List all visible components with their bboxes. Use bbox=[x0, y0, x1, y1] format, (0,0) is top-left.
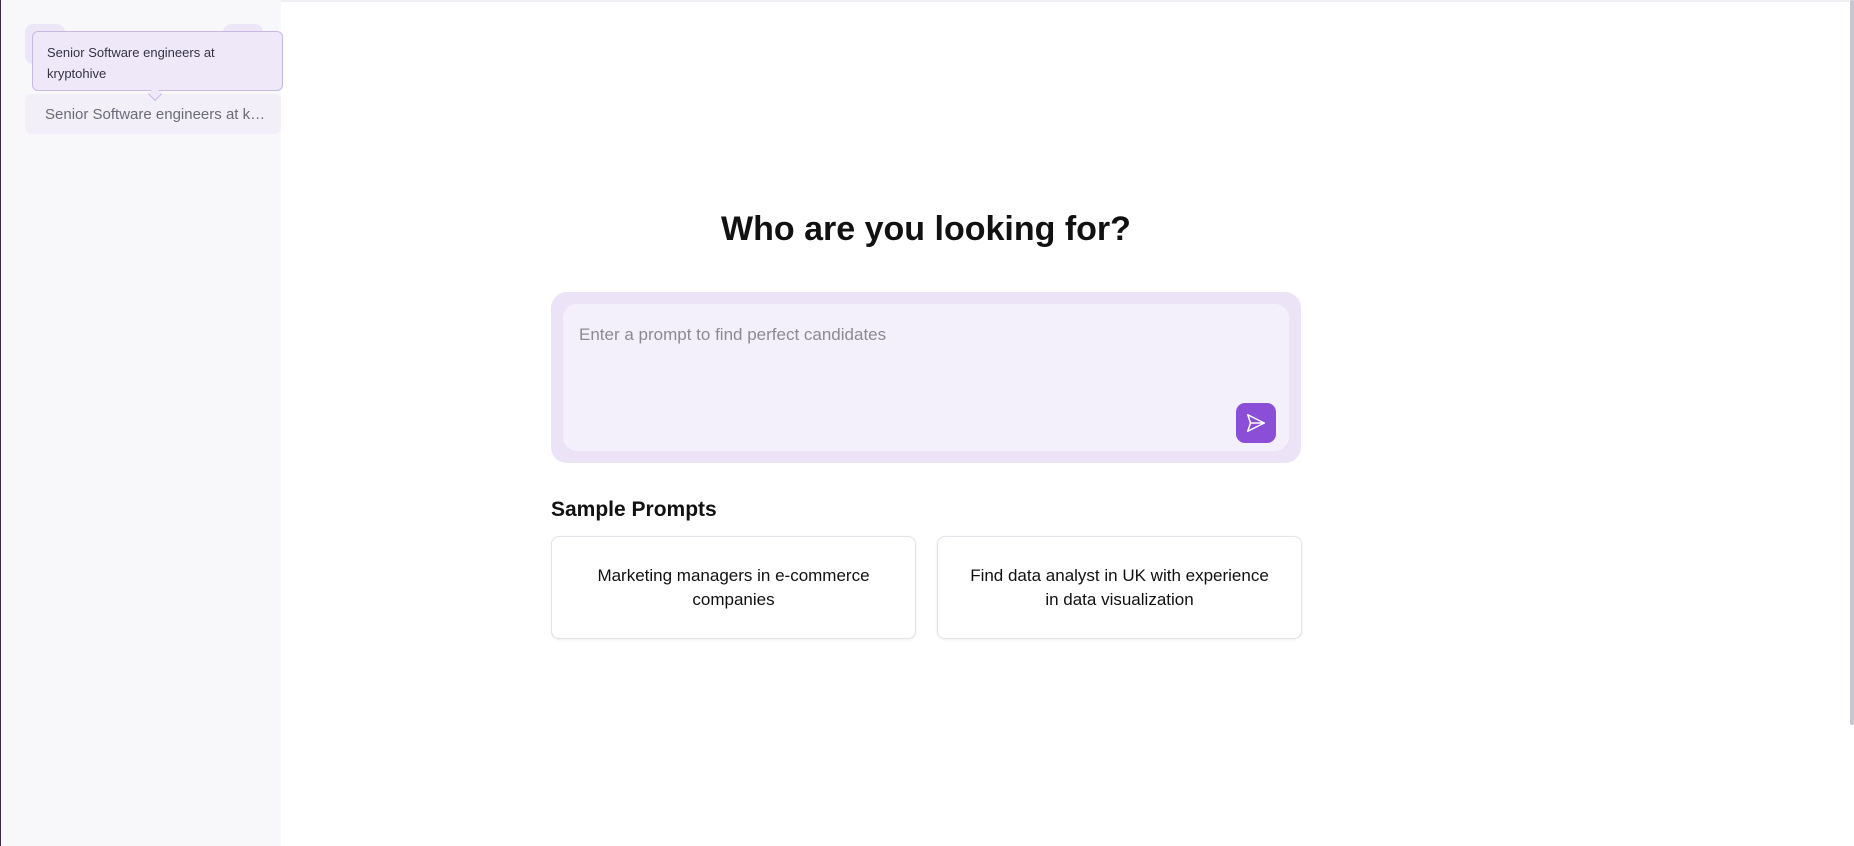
sidebar-chat-item-label: Senior Software engineers at kryptohive bbox=[45, 105, 269, 123]
send-button[interactable] bbox=[1236, 403, 1276, 443]
send-icon bbox=[1247, 414, 1265, 432]
sample-prompt-card[interactable]: Marketing managers in e-commerce compani… bbox=[551, 536, 916, 639]
prompt-box bbox=[551, 292, 1301, 463]
sample-prompt-text: Find data analyst in UK with experience … bbox=[970, 565, 1269, 609]
header-divider bbox=[281, 0, 1854, 2]
prompt-input[interactable] bbox=[579, 322, 1219, 348]
sample-prompt-card[interactable]: Find data analyst in UK with experience … bbox=[937, 536, 1302, 639]
page-scrollbar[interactable] bbox=[1850, 0, 1854, 725]
sample-prompt-text: Marketing managers in e-commerce compani… bbox=[597, 565, 870, 609]
prompt-field-container bbox=[563, 304, 1289, 451]
page-title: Who are you looking for? bbox=[721, 210, 1131, 248]
sample-prompts-heading: Sample Prompts bbox=[551, 498, 717, 521]
sidebar: Senior Software engineers at kryptohive bbox=[1, 0, 281, 846]
app-window: Senior Software engineers at kryptohive … bbox=[0, 0, 1854, 846]
chat-title-tooltip: Senior Software engineers at kryptohive bbox=[32, 31, 283, 91]
